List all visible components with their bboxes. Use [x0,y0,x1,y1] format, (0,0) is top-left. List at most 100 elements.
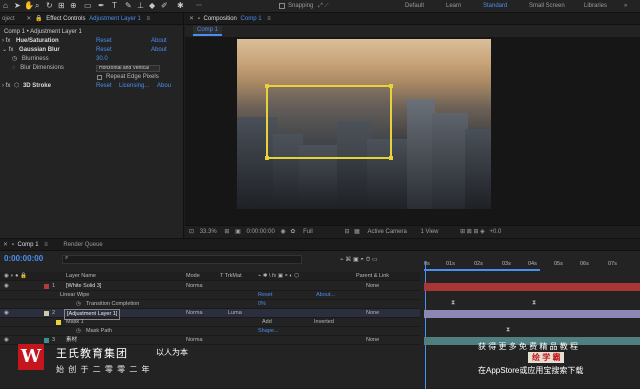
camera-tool-icon[interactable]: ⊞ [58,1,65,11]
toggle-icons[interactable]: ⊞ ⊠ ⊞ ◈ [460,229,485,235]
label-color-swatch[interactable] [44,284,49,289]
resolution-dropdown[interactable]: Full [303,229,313,235]
effect-gaussian-blur-row[interactable]: ⌄ fx Gaussian Blur Reset About [0,46,184,55]
layer-1-bar[interactable] [424,283,640,291]
panel-menu-icon[interactable]: ≡ [147,16,151,22]
zoom-dropdown[interactable]: 33.3% [200,229,217,235]
panel-menu-icon[interactable]: ≡ [267,16,271,22]
effect-controls-tab[interactable]: Effect Controls [46,16,85,22]
snapping-checkbox[interactable] [279,3,285,9]
mode-dropdown[interactable]: Norma [186,282,203,291]
transparency-icon[interactable]: ▦ [354,229,360,235]
timeline-switch-icons[interactable]: ⌁ ⌘ ▣ ◓ ⏱ ▭ [340,256,378,264]
rectangle-tool-icon[interactable]: ▭ [84,1,92,11]
exposure-value[interactable]: +0.0 [489,229,501,235]
effect-controls-layer[interactable]: Adjustment Layer 1 [89,16,141,22]
fx-icon[interactable]: fx [6,38,11,44]
project-tab-fragment[interactable]: oject [2,16,15,22]
expand-arrow-icon[interactable]: › [2,83,4,89]
trkmat-header[interactable]: T TrkMat [220,272,242,281]
close-icon[interactable]: ✕ [26,16,31,22]
grid-icon[interactable]: ⊞ [224,229,229,235]
mask-vertex[interactable] [265,84,269,88]
reset-link[interactable]: Reset [258,291,272,300]
blurriness-value[interactable]: 30.0 [96,55,108,64]
reset-link[interactable]: Reset [96,37,112,46]
expand-arrow-icon[interactable]: › [2,38,4,44]
effect-hue-saturation-row[interactable]: › fx Hue/Saturation Reset About [0,37,184,46]
workspace-learn[interactable]: Learn [446,2,461,10]
type-tool-icon[interactable]: T [112,1,117,11]
parent-dropdown[interactable]: None [366,309,379,318]
hand-tool-icon[interactable]: ✋ [24,1,34,11]
trkmat-dropdown[interactable]: Luma [228,309,242,318]
fx-icon[interactable]: fx [9,47,14,53]
camera-dropdown[interactable]: Active Camera [367,229,406,235]
mask-1-row[interactable]: Mask 1 Add Inverted [0,318,420,327]
mask-color-swatch[interactable] [56,320,61,325]
keyframe-icon[interactable]: ⧗ [506,327,510,334]
layer-row-1[interactable]: ◉ 1 [White Solid 3] Norma None [0,282,420,291]
about-link[interactable]: About... [316,291,335,300]
stopwatch-icon[interactable]: ◷ [76,300,81,309]
roto-brush-icon[interactable]: ✐ [161,1,168,11]
mask-path-row[interactable]: ◷ Mask Path Shape... [0,327,420,336]
color-icon[interactable]: ✿ [290,229,295,235]
render-queue-tab[interactable]: Render Queue [63,242,102,248]
layer-name-header[interactable]: Layer Name [66,272,96,281]
timeline-comp-tab[interactable]: Comp 1 [18,242,39,248]
reset-link[interactable]: Reset [96,82,112,91]
keyframe-icon[interactable]: ⧗ [451,300,455,307]
comp-sub-tab[interactable]: Comp 1 [193,26,223,36]
region-icon[interactable]: ▣ [235,229,241,235]
work-area-bar[interactable] [424,269,540,271]
keyframe-icon[interactable]: ⧗ [532,300,536,307]
eraser-tool-icon[interactable]: ◆ [149,1,155,11]
property-value[interactable]: 0% [258,300,266,309]
puppet-options-icon[interactable]: ⋯ [196,1,202,11]
effect-linear-wipe-row[interactable]: Linear Wipe Reset About... [0,291,420,300]
workspace-default[interactable]: Default [405,2,424,10]
mode-header[interactable]: Mode [186,272,200,281]
licensing-link[interactable]: Licensing... [119,82,149,91]
roi-icon[interactable]: ⊟ [344,229,349,235]
layer-2-bar[interactable] [424,310,640,318]
repeat-edge-checkbox[interactable] [97,75,102,80]
layer-name[interactable]: [White Solid 3] [66,282,101,291]
timeline-timecode[interactable]: 0:00:00:00 [4,254,43,263]
expand-arrow-icon[interactable]: ⌄ [2,47,7,53]
home-icon[interactable]: ⌂ [3,1,8,11]
parent-dropdown[interactable]: None [366,282,379,291]
puppet-tool-icon[interactable]: ✱ [177,1,184,11]
blur-dimensions-dropdown[interactable]: Horizontal and Vertical [96,65,160,72]
close-icon[interactable]: ✕ [189,16,194,22]
composition-viewer[interactable] [185,37,640,235]
mask-outline[interactable] [265,84,393,160]
snapping-icons[interactable]: ⤢ ⟋ [318,2,329,10]
brush-tool-icon[interactable]: ✎ [125,1,132,11]
mask-vertex[interactable] [389,84,393,88]
panel-menu-icon[interactable]: ≡ [44,242,48,248]
lock-icon[interactable]: ▪ [198,16,200,22]
mode-dropdown[interactable]: Norma [186,309,203,318]
about-link[interactable]: Abou [157,82,171,91]
workspace-menu-icon[interactable]: » [624,2,627,10]
stopwatch-icon[interactable]: ◷ [12,56,17,62]
about-link[interactable]: About [151,37,167,46]
transition-completion-row[interactable]: ◷ Transition Completion 0% [0,300,420,309]
about-link[interactable]: About [151,46,167,55]
parent-header[interactable]: Parent & Link [356,272,389,281]
property-value[interactable]: Shape... [258,327,279,336]
fx-icon[interactable]: fx [6,83,11,89]
lock-icon[interactable]: 🔒 [35,16,42,22]
snapshot-icon[interactable]: ◉ [280,229,285,235]
workspace-small-screen[interactable]: Small Screen [529,2,565,10]
workspace-standard[interactable]: Standard [483,2,507,10]
effect-3d-stroke-row[interactable]: › fx ⬡ 3D Stroke Reset Licensing... Abou [0,82,184,91]
mask-mode-dropdown[interactable]: Add [262,318,272,327]
label-color-swatch[interactable] [44,311,49,316]
layer-search-input[interactable] [62,255,302,264]
clone-stamp-icon[interactable]: ⊥ [137,1,144,11]
mask-vertex[interactable] [265,156,269,160]
pen-tool-icon[interactable]: ✒ [98,1,105,11]
